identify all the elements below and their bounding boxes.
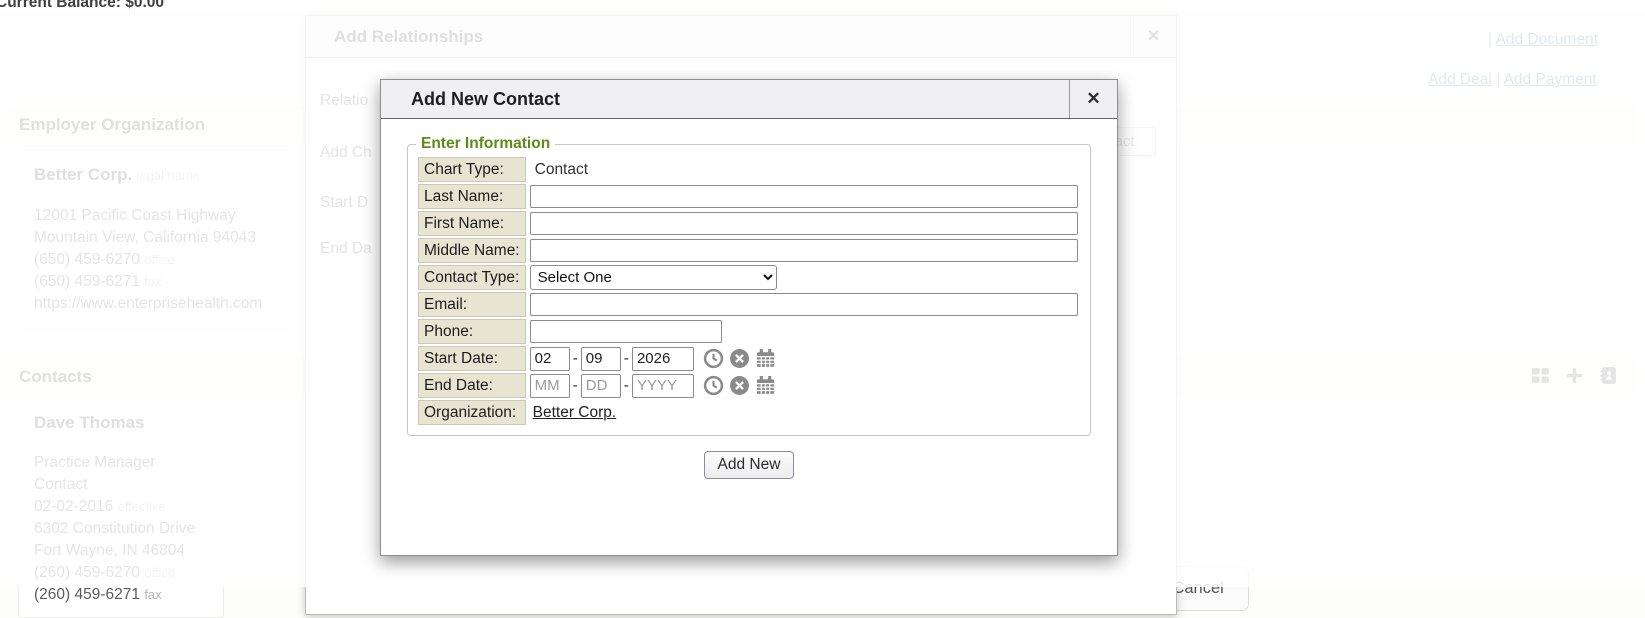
date-separator: - — [624, 350, 629, 368]
date-separator: - — [573, 377, 578, 395]
last-name-field[interactable] — [530, 185, 1078, 208]
middle-name-field[interactable] — [530, 239, 1078, 262]
calendar-icon[interactable] — [755, 375, 776, 396]
clock-icon[interactable] — [703, 348, 724, 369]
date-separator: - — [624, 377, 629, 395]
contact-form-table: Chart Type: Contact Last Name: First Nam… — [416, 155, 1082, 427]
phone-field[interactable] — [530, 320, 722, 343]
chart-type-row: Chart Type: Contact — [418, 157, 1080, 182]
phone-row: Phone: — [418, 319, 1080, 344]
contact-type-label: Contact Type: — [418, 265, 526, 290]
clear-date-icon[interactable] — [729, 375, 750, 396]
add-new-contact-body: Enter Information Chart Type: Contact La… — [381, 119, 1117, 479]
end-date-row: End Date: - - — [418, 373, 1080, 398]
last-name-row: Last Name: — [418, 184, 1080, 209]
contact-type-select[interactable]: Select One — [530, 265, 777, 290]
phone-label: Phone: — [418, 319, 526, 344]
email-field[interactable] — [530, 293, 1078, 316]
current-balance-text: Current Balance: $0.00 — [0, 0, 164, 12]
chart-type-label: Chart Type: — [418, 157, 526, 182]
start-date-day-field[interactable] — [581, 347, 621, 371]
first-name-label: First Name: — [418, 211, 526, 236]
organization-label: Organization: — [418, 400, 526, 425]
email-row: Email: — [418, 292, 1080, 317]
chart-type-value: Contact — [530, 161, 588, 178]
end-date-day-field[interactable] — [581, 374, 621, 398]
enter-information-fieldset: Enter Information Chart Type: Contact La… — [407, 135, 1091, 436]
date-separator: - — [573, 350, 578, 368]
add-new-contact-header: Add New Contact ✕ — [381, 80, 1117, 119]
add-new-button[interactable]: Add New — [704, 451, 795, 479]
start-date-month-field[interactable] — [530, 347, 570, 371]
middle-name-row: Middle Name: — [418, 238, 1080, 263]
contact-fax-suffix: fax — [144, 587, 161, 602]
calendar-icon[interactable] — [755, 348, 776, 369]
organization-row: Organization: Better Corp. — [418, 400, 1080, 425]
first-name-field[interactable] — [530, 212, 1078, 235]
first-name-row: First Name: — [418, 211, 1080, 236]
middle-name-label: Middle Name: — [418, 238, 526, 263]
start-date-label: Start Date: — [418, 346, 526, 371]
end-date-year-field[interactable] — [632, 374, 694, 398]
last-name-label: Last Name: — [418, 184, 526, 209]
close-icon[interactable]: ✕ — [1069, 80, 1117, 118]
contact-fax: (260) 459-6271 — [34, 586, 140, 603]
add-new-contact-title: Add New Contact — [381, 80, 1069, 118]
end-date-month-field[interactable] — [530, 374, 570, 398]
clock-icon[interactable] — [703, 375, 724, 396]
start-date-year-field[interactable] — [632, 347, 694, 371]
start-date-row: Start Date: - - — [418, 346, 1080, 371]
organization-link[interactable]: Better Corp. — [530, 404, 617, 421]
end-date-label: End Date: — [418, 373, 526, 398]
add-new-contact-dialog: Add New Contact ✕ Enter Information Char… — [380, 79, 1118, 556]
fieldset-legend: Enter Information — [416, 135, 555, 153]
clear-date-icon[interactable] — [729, 348, 750, 369]
email-label: Email: — [418, 292, 526, 317]
contact-type-row: Contact Type: Select One — [418, 265, 1080, 290]
